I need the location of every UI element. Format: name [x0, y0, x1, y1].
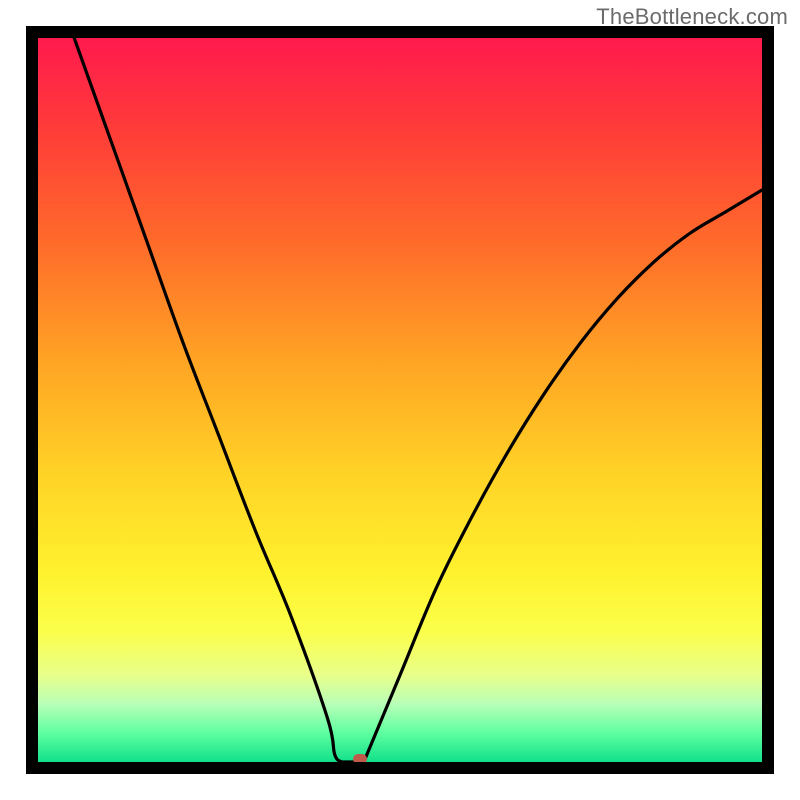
bottleneck-curve	[74, 38, 762, 762]
plot-area	[26, 26, 774, 774]
curve-svg	[38, 38, 762, 762]
chart-container: TheBottleneck.com	[0, 0, 800, 800]
minimum-marker	[353, 754, 367, 764]
